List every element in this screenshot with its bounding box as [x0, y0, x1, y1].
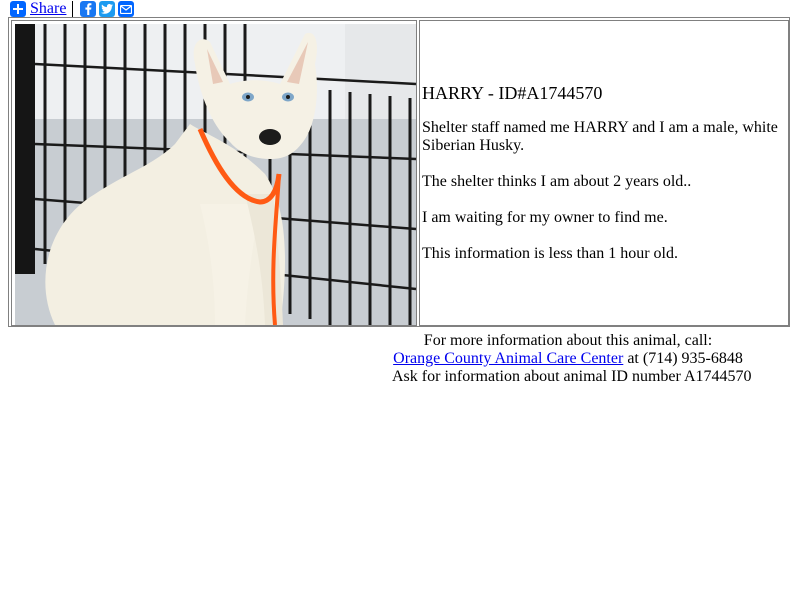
email-icon[interactable] [118, 1, 135, 17]
shelter-link[interactable]: Orange County Animal Care Center [393, 350, 623, 367]
info-freshness: This information is less than 1 hour old… [422, 245, 678, 262]
pet-photo [15, 24, 416, 325]
toolbar-divider [72, 1, 74, 17]
pet-title: HARRY - ID#A1744570 [422, 83, 603, 103]
twitter-icon[interactable] [99, 1, 116, 17]
share-toolbar: Share [10, 0, 137, 18]
contact-info: For more information about this animal, … [392, 332, 752, 386]
facebook-icon[interactable] [80, 1, 97, 17]
pet-age: The shelter thinks I am about 2 years ol… [422, 173, 692, 190]
contact-line: Orange County Animal Care Center at (714… [392, 350, 744, 368]
pet-description: Shelter staff named me HARRY and I am a … [422, 119, 778, 154]
pet-details: HARRY - ID#A1744570 Shelter staff named … [422, 83, 784, 281]
share-link[interactable]: Share [30, 0, 66, 18]
info-cell: HARRY - ID#A1744570 Shelter staff named … [419, 20, 789, 326]
pet-status: I am waiting for my owner to find me. [422, 209, 668, 226]
ask-info-text: Ask for information about animal ID numb… [392, 368, 752, 385]
pet-info-table: HARRY - ID#A1744570 Shelter staff named … [8, 17, 790, 327]
phone-number: at (714) 935-6848 [623, 350, 743, 367]
contact-intro: For more information about this animal, … [423, 332, 713, 349]
photo-cell [11, 20, 417, 326]
plus-icon[interactable] [10, 1, 26, 17]
